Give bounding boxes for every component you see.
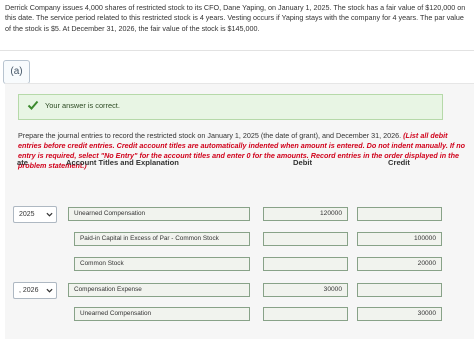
debit-field-row-4[interactable]: 30000 <box>263 283 348 297</box>
header-account: Account Titles and Explanation <box>66 158 179 167</box>
problem-statement: Derrick Company issues 4,000 shares of r… <box>5 3 466 33</box>
header-debit: Debit <box>293 158 312 167</box>
account-field-row-4[interactable]: Compensation Expense <box>68 283 250 297</box>
date-select-row-4[interactable]: , 2026 <box>13 282 57 299</box>
account-field-row-5[interactable]: Unearned Compensation <box>74 307 250 321</box>
credit-field-row-5[interactable]: 30000 <box>357 307 442 321</box>
account-field-row-2[interactable]: Paid-in Capital in Excess of Par - Commo… <box>74 232 250 246</box>
header-date: ate <box>17 158 28 167</box>
date-value: 2025 <box>19 211 35 218</box>
credit-field-row-4[interactable] <box>357 283 442 297</box>
instructions-prompt: Prepare the journal entries to record th… <box>18 131 402 140</box>
credit-field-row-3[interactable]: 20000 <box>357 257 442 271</box>
debit-field-row-1[interactable]: 120000 <box>263 207 348 221</box>
date-select-row-1[interactable]: 2025 <box>13 206 57 223</box>
check-icon <box>27 100 39 110</box>
account-field-row-3[interactable]: Common Stock <box>74 257 250 271</box>
date-value: , 2026 <box>19 287 39 294</box>
chevron-down-icon <box>46 212 53 217</box>
header-credit: Credit <box>388 158 410 167</box>
feedback-text: Your answer is correct. <box>45 101 120 110</box>
account-field-row-1[interactable]: Unearned Compensation <box>68 207 250 221</box>
divider <box>0 50 474 51</box>
credit-field-row-1[interactable] <box>357 207 442 221</box>
debit-field-row-3[interactable] <box>263 257 348 271</box>
part-label: (a) <box>3 60 30 84</box>
debit-field-row-5[interactable] <box>263 307 348 321</box>
chevron-down-icon <box>46 288 53 293</box>
debit-field-row-2[interactable] <box>263 232 348 246</box>
credit-field-row-2[interactable]: 100000 <box>357 232 442 246</box>
